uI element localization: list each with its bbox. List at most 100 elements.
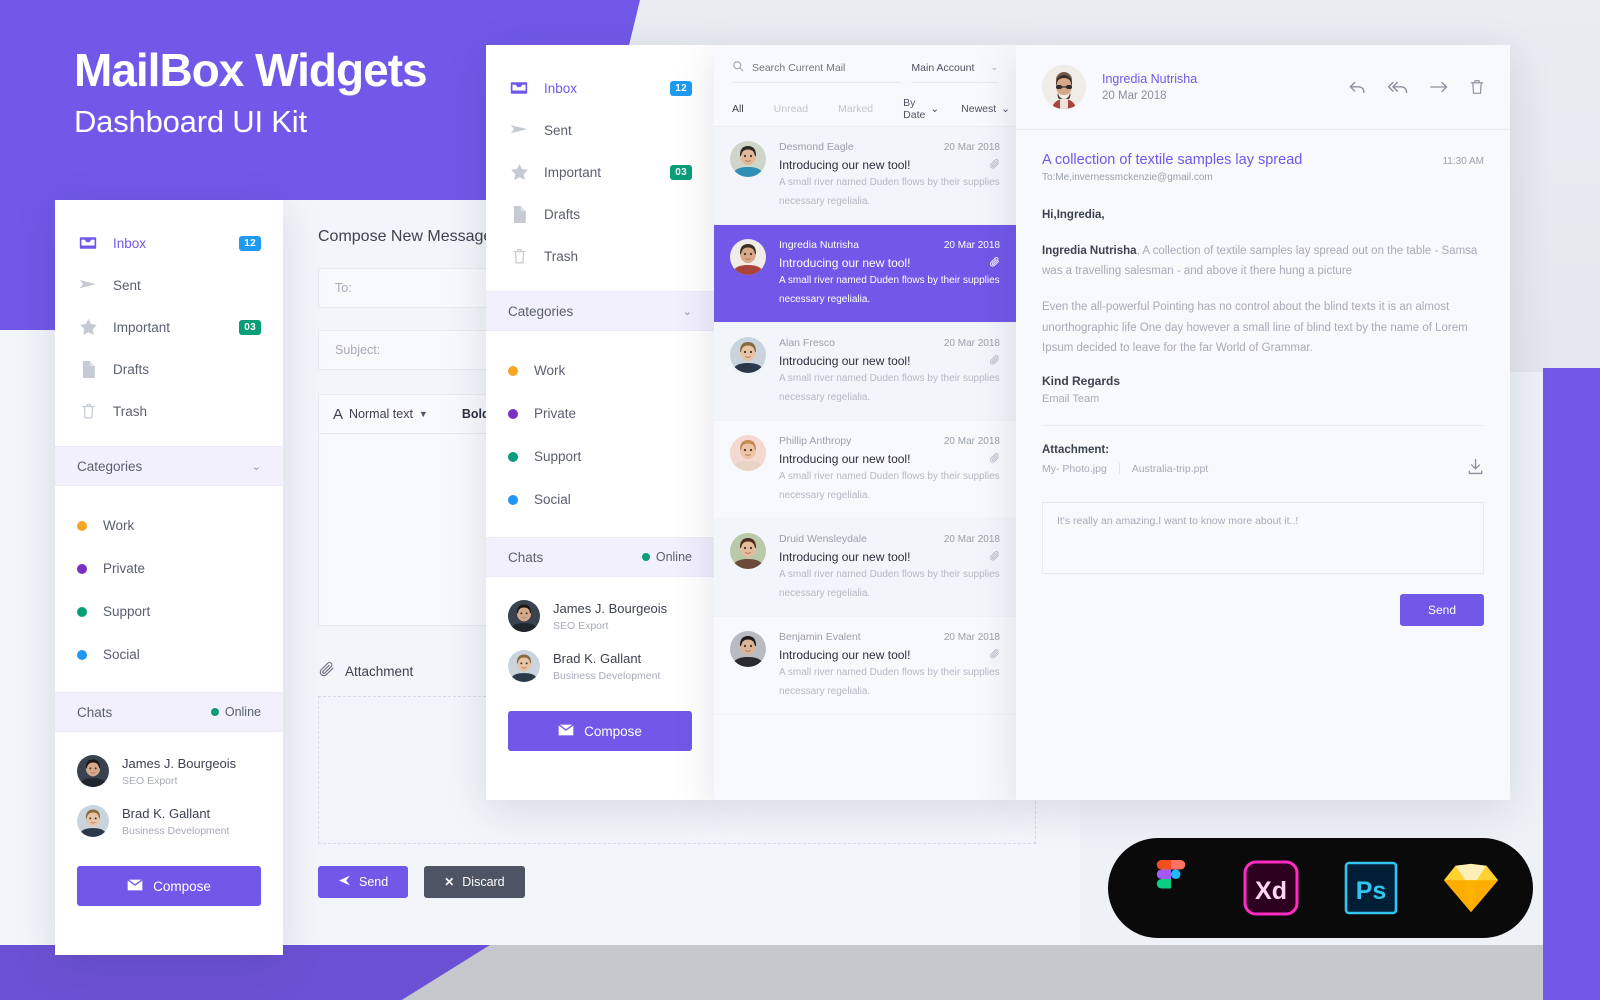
categories-header-left[interactable]: Categories ⌄ (55, 446, 283, 486)
sort-by-dropdown[interactable]: By Date ⌄ (903, 97, 939, 121)
chevron-down-icon: ⌄ (990, 62, 998, 72)
chats-header-label: Chats (508, 549, 544, 565)
reader-send-button[interactable]: Send (1399, 593, 1484, 626)
mail-list-item[interactable]: Alan Fresco 20 Mar 2018 Introducing our ne… (714, 323, 1016, 421)
mail-item-body: Benjamin Evalent 20 Mar 2018 Introducing o… (779, 631, 1000, 700)
mail-preview: A small river named Duden flows by their… (779, 569, 1000, 599)
sidebar-item-drafts[interactable]: Drafts (55, 348, 283, 390)
sidebar-item-important[interactable]: Important 03 (486, 151, 714, 193)
avatar (1042, 65, 1086, 109)
chat-list-item[interactable]: James J. Bourgeois SEO Export (486, 591, 714, 641)
sidebar-compose-button-left[interactable]: Compose (77, 866, 261, 906)
category-item-work[interactable]: Work (486, 349, 714, 392)
reply-textarea[interactable]: It's really an amazing.I want to know mo… (1042, 501, 1484, 574)
mail-subject: Introducing our new tool! (779, 452, 911, 466)
reader-date: 20 Mar 2018 (1102, 90, 1167, 102)
sidebar-item-important[interactable]: Important 03 (55, 306, 283, 348)
sidebar-compose-button-middle[interactable]: Compose (508, 711, 692, 751)
sidebar-item-inbox[interactable]: Inbox 12 (55, 222, 283, 264)
compose-send-button[interactable]: Send (318, 866, 409, 898)
trash-icon[interactable] (1470, 79, 1484, 95)
sidebar-item-trash[interactable]: Trash (486, 235, 714, 277)
chat-list-item[interactable]: Brad K. Gallant Business Development (55, 796, 283, 846)
sidebar-card-middle: Inbox 12 Sent Important 03 Drafts Trash Catego… (486, 45, 714, 800)
send-icon (77, 276, 99, 294)
sort-order-dropdown[interactable]: Newest ⌄ (961, 97, 1010, 121)
chat-role: SEO Export (553, 620, 609, 632)
category-item-private[interactable]: Private (486, 392, 714, 435)
avatar (730, 337, 766, 373)
mail-list-items: Desmond Eagle 20 Mar 2018 Introducing our … (714, 127, 1016, 715)
compose-discard-button[interactable]: ✕ Discard (424, 866, 525, 898)
hero-title: MailBox Widgets (74, 44, 428, 96)
sidebar-item-sent[interactable]: Sent (55, 264, 283, 306)
text-style-label: Normal text (349, 407, 413, 421)
attachment-file[interactable]: My- Photo.jpg (1042, 463, 1107, 475)
sidebar-item-inbox[interactable]: Inbox 12 (486, 67, 714, 109)
categories-header-middle[interactable]: Categories ⌄ (486, 291, 714, 331)
avatar (508, 650, 540, 682)
online-dot-icon (641, 553, 650, 561)
mail-list-item[interactable]: Benjamin Evalent 20 Mar 2018 Introducing o… (714, 617, 1016, 715)
sketch-logo (1443, 860, 1499, 916)
search-box[interactable] (732, 53, 902, 83)
search-input[interactable] (752, 61, 902, 74)
category-color-dot (77, 563, 87, 574)
category-item-social[interactable]: Social (486, 478, 714, 521)
reader-paragraph-1-bold: Ingredia Nutrisha (1042, 245, 1137, 258)
account-dropdown[interactable]: Main Account ⌄ (911, 53, 998, 83)
sidebar-item-drafts[interactable]: Drafts (486, 193, 714, 235)
chat-name: James J. Bourgeois (122, 756, 237, 771)
sidebar-item-trash[interactable]: Trash (55, 390, 283, 432)
search-icon (732, 59, 744, 77)
sidebar-item-sent[interactable]: Sent (486, 109, 714, 151)
categories-list-left: Work Private Support Social (55, 486, 283, 692)
mail-date: 20 Mar 2018 (943, 338, 1000, 349)
text-style-dropdown[interactable]: A Normal text ▼ (333, 406, 428, 423)
forward-icon[interactable] (1430, 79, 1448, 95)
category-item-support[interactable]: Support (486, 435, 714, 478)
category-item-private[interactable]: Private (55, 547, 283, 590)
sidebar-item-label: Trash (113, 403, 148, 419)
chat-role: Business Development (553, 670, 661, 682)
chevron-down-icon[interactable]: ⌄ (683, 305, 692, 318)
reply-icon[interactable] (1349, 79, 1366, 95)
mail-date: 20 Mar 2018 (943, 632, 1000, 643)
reader-sender-name: Ingredia Nutrisha (1102, 72, 1198, 86)
mail-list-item[interactable]: Phillip Anthropy 20 Mar 2018 Introducing o… (714, 421, 1016, 519)
download-icon[interactable] (1467, 458, 1484, 480)
mail-tab-all[interactable]: All (732, 103, 744, 115)
category-color-dot (77, 606, 87, 617)
sidebar-item-label: Inbox (544, 80, 578, 96)
sidebar-nav-left: Inbox 12 Sent Important 03 Drafts Trash (55, 200, 283, 446)
category-item-social[interactable]: Social (55, 633, 283, 676)
online-status: Online (210, 705, 261, 719)
reply-all-icon[interactable] (1388, 79, 1408, 95)
photoshop-logo: Ps (1343, 860, 1399, 916)
adobe-xd-logo: Xd (1243, 860, 1299, 916)
category-item-work[interactable]: Work (55, 504, 283, 547)
sidebar-card-left: Inbox 12 Sent Important 03 Drafts Trash Catego… (55, 200, 283, 955)
mail-date: 20 Mar 2018 (943, 436, 1000, 447)
mail-list-item[interactable]: Desmond Eagle 20 Mar 2018 Introducing our … (714, 127, 1016, 225)
chevron-down-icon[interactable]: ⌄ (252, 460, 261, 473)
compose-subject-placeholder: Subject: (335, 343, 381, 357)
attachment-file[interactable]: Australia-trip.ppt (1132, 463, 1208, 475)
chat-list-item[interactable]: Brad K. Gallant Business Development (486, 641, 714, 691)
chat-list-item[interactable]: James J. Bourgeois SEO Export (55, 746, 283, 796)
category-item-support[interactable]: Support (55, 590, 283, 633)
category-color-dot (508, 451, 518, 462)
reader-body: Hi,Ingredia, Ingredia Nutrisha, A collec… (1016, 183, 1510, 405)
mail-list-item[interactable]: Druid Wensleydale 20 Mar 2018 Introducing … (714, 519, 1016, 617)
mail-tab-unread[interactable]: Unread (774, 103, 808, 115)
mail-list-item[interactable]: Ingredia Nutrisha 20 Mar 2018 Introducing … (714, 225, 1016, 323)
mail-tab-marked[interactable]: Marked (838, 103, 873, 115)
mail-sender: Ingredia Nutrisha (779, 239, 859, 251)
mail-list-search-row: Main Account ⌄ (714, 45, 1016, 91)
mail-item-top: Alan Fresco 20 Mar 2018 (779, 337, 1000, 349)
send-icon (508, 121, 530, 139)
mail-item-top: Druid Wensleydale 20 Mar 2018 (779, 533, 1000, 545)
sidebar-item-label: Sent (544, 122, 572, 138)
mail-item-top: Ingredia Nutrisha 20 Mar 2018 (779, 239, 1000, 251)
avatar (730, 631, 766, 667)
